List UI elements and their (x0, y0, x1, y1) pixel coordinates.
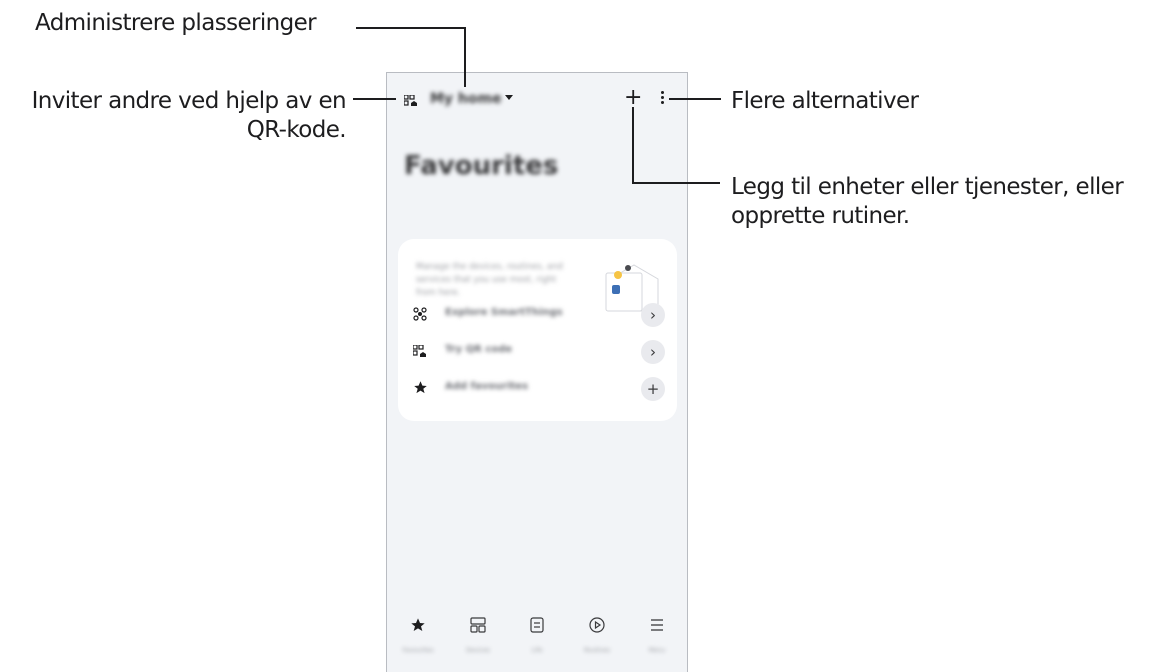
page-title: Favourites (404, 151, 559, 181)
nav-label: Routines (583, 647, 610, 654)
callout-add-line2: opprette rutiner. (731, 203, 910, 229)
chevron-right-icon[interactable]: › (641, 340, 665, 364)
leader-line (632, 107, 634, 184)
nav-menu[interactable]: Menu (637, 617, 677, 654)
nav-label: Devices (466, 647, 490, 654)
callout-more-options: Flere alternativer (731, 88, 919, 114)
qr-code-icon[interactable] (403, 92, 418, 111)
list-item[interactable]: Try QR code › (412, 339, 665, 365)
callout-invite-line1: Inviter andre ved hjelp av en (31, 88, 347, 114)
life-icon (530, 617, 544, 633)
list-item-label: Add favourites (445, 381, 529, 392)
nav-label: Menu (648, 647, 666, 654)
favourites-card: Manage the devices, routines, and servic… (398, 239, 677, 421)
leader-line (669, 98, 721, 100)
nav-label: Favourites (402, 647, 434, 654)
nav-routines[interactable]: Routines (577, 617, 617, 654)
star-plus-icon (413, 380, 428, 399)
nav-label: Life (531, 647, 543, 654)
leader-line (464, 27, 466, 87)
phone-screen: My home + Favourites Manage the devices,… (386, 72, 688, 672)
nav-life[interactable]: Life (517, 617, 557, 654)
chevron-right-icon[interactable]: › (641, 303, 665, 327)
list-item[interactable]: Add favourites + (413, 376, 665, 402)
list-item-label: Try QR code (445, 344, 513, 355)
menu-icon (651, 619, 663, 631)
callout-manage-locations: Administrere plasseringer (35, 10, 317, 36)
plus-icon[interactable]: + (641, 377, 665, 401)
routines-icon (589, 617, 605, 633)
callout-add: Legg til enheter eller tjenester, eller … (731, 173, 1124, 231)
nav-favourites[interactable]: Favourites (398, 617, 438, 654)
bottom-navigation: Favourites Devices Life Routines Menu (387, 609, 687, 672)
nav-devices[interactable]: Devices (458, 617, 498, 654)
add-button[interactable]: + (624, 87, 642, 109)
leader-line (356, 27, 466, 29)
leader-line (632, 182, 720, 184)
star-icon (411, 618, 425, 631)
callout-invite-qr: Inviter andre ved hjelp av en QR-kode. (8, 87, 347, 145)
list-item[interactable]: Explore SmartThings › (413, 302, 665, 328)
leader-line (353, 98, 396, 100)
location-selector[interactable]: My home (430, 91, 502, 107)
list-item-label: Explore SmartThings (445, 307, 563, 318)
callout-add-line1: Legg til enheter eller tjenester, eller (731, 174, 1124, 200)
callout-invite-line2: QR-kode. (246, 117, 347, 143)
more-options-icon[interactable] (661, 91, 665, 105)
qr-home-icon (412, 343, 427, 362)
chevron-down-icon[interactable] (505, 95, 513, 100)
devices-icon (470, 617, 486, 633)
card-description: Manage the devices, routines, and servic… (416, 262, 563, 298)
smartthings-icon (413, 306, 427, 325)
